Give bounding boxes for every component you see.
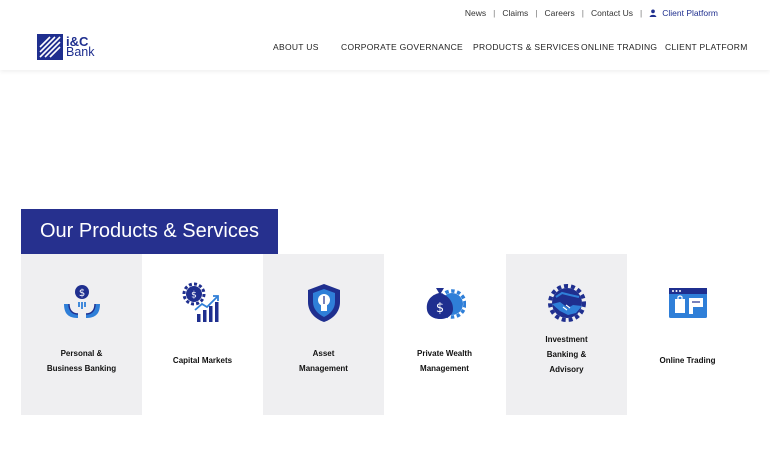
card-investment-banking-advisory[interactable]: Investment Banking & Advisory [506, 254, 627, 415]
section-title: Our Products & Services [21, 209, 278, 254]
card-label: Asset Management [299, 349, 348, 373]
contact-us-link[interactable]: Contact Us [584, 8, 640, 18]
site-logo[interactable]: i&C Bank [37, 34, 95, 60]
news-link[interactable]: News [458, 8, 493, 18]
svg-text:$: $ [79, 288, 85, 299]
browser-shop-icon [669, 288, 707, 318]
card-label: Personal & Business Banking [46, 349, 117, 373]
client-platform-link[interactable]: Client Platform [642, 8, 718, 18]
user-icon [649, 9, 657, 17]
card-personal-business-banking[interactable]: $ Personal & Business Banking [21, 254, 142, 415]
careers-link[interactable]: Careers [538, 8, 582, 18]
card-capital-markets[interactable]: $ Capital Markets [142, 254, 263, 415]
hands-dollar-icon: $ [64, 285, 100, 318]
gear-chart-icon: $ [182, 282, 219, 322]
logo-mark-icon [37, 34, 63, 60]
claims-link[interactable]: Claims [495, 8, 535, 18]
nav-client-platform[interactable]: CLIENT PLATFORM [665, 42, 748, 52]
shield-bulb-icon [308, 284, 340, 322]
moneybag-gear-icon: $ [426, 288, 466, 319]
svg-text:$: $ [191, 291, 197, 301]
nav-online-trading[interactable]: ONLINE TRADING [581, 42, 657, 52]
nav-about-us[interactable]: ABOUT US [273, 42, 319, 52]
handshake-gear-icon [548, 284, 586, 322]
utility-nav: News | Claims | Careers | Contact Us | C… [458, 8, 718, 18]
logo-bank-text: Bank [66, 45, 95, 59]
nav-products-services[interactable]: PRODUCTS & SERVICES [473, 42, 580, 52]
card-online-trading[interactable]: Online Trading [627, 254, 748, 415]
card-label: Online Trading [659, 356, 716, 365]
card-asset-management[interactable]: Asset Management [263, 254, 384, 415]
card-label: Investment Banking & Advisory [545, 335, 588, 374]
card-private-wealth-management[interactable]: $ Private Wealth Management [384, 254, 505, 415]
nav-corporate-governance[interactable]: CORPORATE GOVERNANCE [341, 42, 463, 52]
site-header: News | Claims | Careers | Contact Us | C… [0, 0, 770, 70]
client-platform-label: Client Platform [662, 8, 718, 18]
card-label: Capital Markets [172, 356, 233, 365]
card-label: Private Wealth Management [417, 349, 472, 373]
svg-text:$: $ [436, 301, 444, 316]
